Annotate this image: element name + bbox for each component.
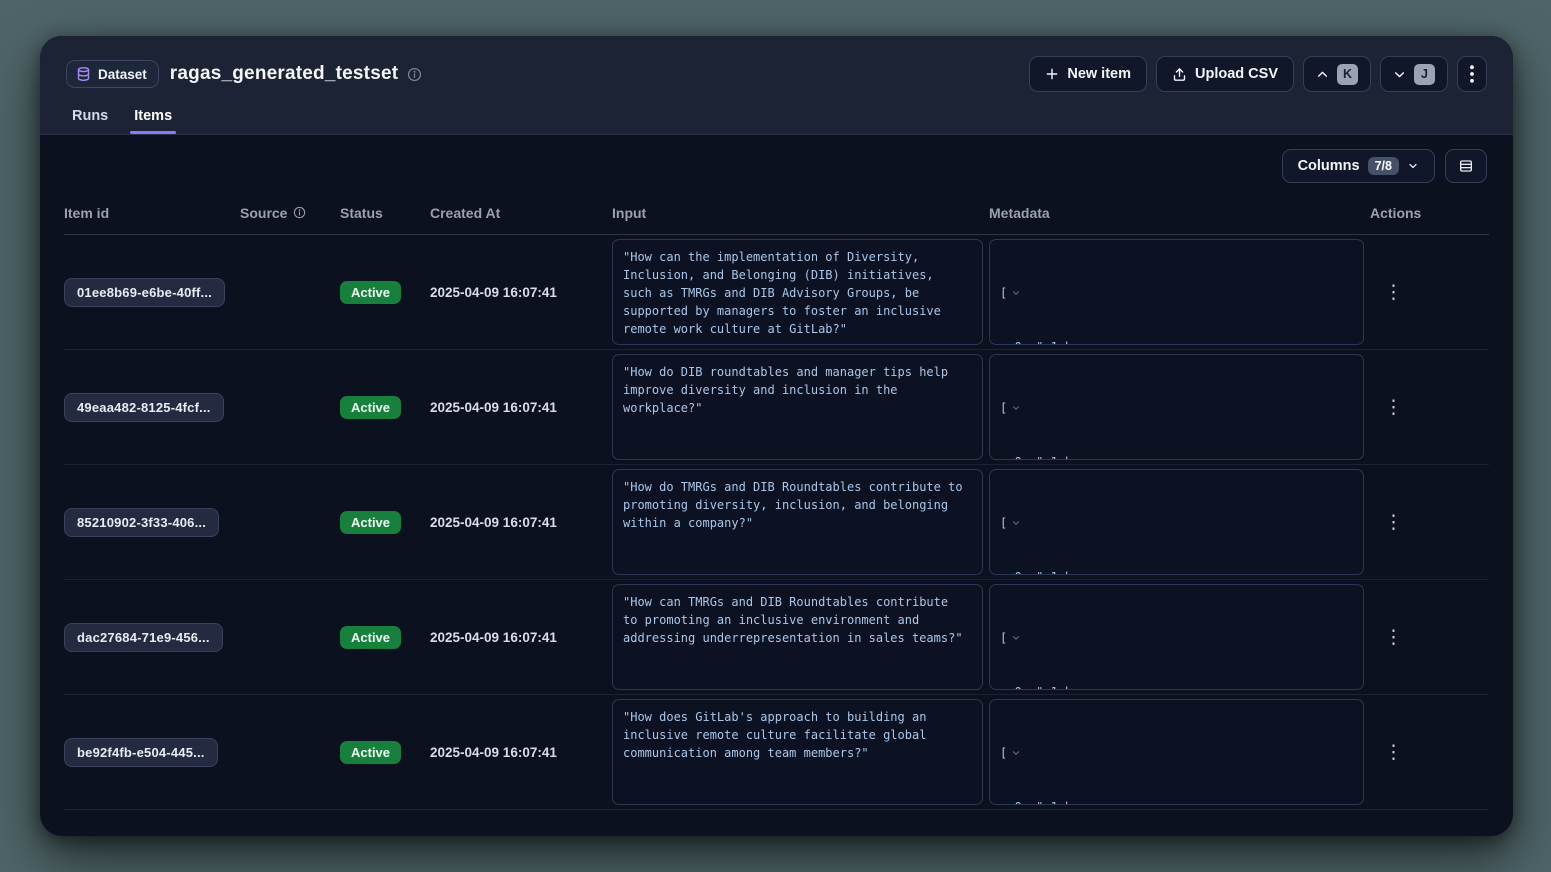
metadata-open-bracket: [	[1000, 284, 1007, 302]
row-actions-button[interactable]: ⋮	[1374, 277, 1414, 308]
title-info-icon[interactable]	[407, 67, 422, 82]
row-actions-button[interactable]: ⋮	[1374, 507, 1414, 538]
created-at-value: 2025-04-09 16:07:41	[430, 285, 612, 300]
page-header: Dataset ragas_generated_testset New item	[40, 36, 1513, 135]
item-id-badge[interactable]: 01ee8b69-e6be-40ff...	[64, 278, 225, 307]
previous-item-button[interactable]: K	[1303, 56, 1371, 92]
metadata-open-bracket: [	[1000, 629, 1007, 647]
new-item-button[interactable]: New item	[1029, 56, 1147, 92]
input-cell[interactable]: "How do TMRGs and DIB Roundtables contri…	[612, 469, 983, 575]
collapse-chevron-icon[interactable]	[1011, 482, 1098, 564]
status-badge: Active	[340, 626, 401, 649]
metadata-open-bracket: [	[1000, 744, 1007, 762]
input-cell[interactable]: "How can TMRGs and DIB Roundtables contr…	[612, 584, 983, 690]
columns-label: Columns	[1298, 158, 1360, 174]
metadata-body: 0: "<1-hop> title: "Roundtables" descrip…	[1000, 683, 1353, 690]
table-body: 01ee8b69-e6be-40ff... Active 2025-04-09 …	[64, 235, 1489, 810]
dataset-badge-label: Dataset	[98, 67, 147, 82]
metadata-cell[interactable]: [ 0: "<1-hop> title: "Roundtables" descr…	[989, 354, 1364, 460]
metadata-cell[interactable]: [ 0: "<1-hop> title: "Building an Inclus…	[989, 469, 1364, 575]
metadata-cell[interactable]: [ 0: "<1-hop> title: "Roundtables" descr…	[989, 584, 1364, 690]
created-at-value: 2025-04-09 16:07:41	[430, 745, 612, 760]
items-table: Item id Source Status Created At Input M…	[40, 191, 1513, 810]
dataset-type-badge: Dataset	[66, 60, 159, 88]
metadata-body: 0: "<1-hop> title: "Building an Inclusiv…	[1000, 798, 1353, 805]
collapse-chevron-icon[interactable]	[1011, 252, 1098, 334]
columns-dropdown-button[interactable]: Columns 7/8	[1282, 149, 1435, 183]
keyboard-shortcut-k: K	[1337, 64, 1358, 85]
tab-bar: Runs Items	[66, 108, 1487, 134]
item-id-badge[interactable]: 85210902-3f33-406...	[64, 508, 219, 537]
collapse-chevron-icon[interactable]	[1011, 367, 1098, 449]
table-row: be92f4fb-e504-445... Active 2025-04-09 1…	[64, 695, 1489, 810]
source-info-icon[interactable]	[293, 206, 306, 219]
status-badge: Active	[340, 396, 401, 419]
table-row: 85210902-3f33-406... Active 2025-04-09 1…	[64, 465, 1489, 580]
column-header-created-at: Created At	[430, 205, 612, 221]
column-header-source: Source	[240, 205, 340, 221]
created-at-value: 2025-04-09 16:07:41	[430, 515, 612, 530]
kebab-menu-icon	[1470, 65, 1474, 83]
item-id-badge[interactable]: be92f4fb-e504-445...	[64, 738, 218, 767]
new-item-label: New item	[1067, 66, 1131, 82]
table-rows-icon	[1458, 158, 1474, 174]
input-cell[interactable]: "How do DIB roundtables and manager tips…	[612, 354, 983, 460]
metadata-open-bracket: [	[1000, 514, 1007, 532]
table-header-row: Item id Source Status Created At Input M…	[64, 191, 1489, 235]
columns-count-badge: 7/8	[1368, 157, 1399, 175]
metadata-open-bracket: [	[1000, 399, 1007, 417]
tab-items[interactable]: Items	[134, 108, 172, 134]
metadata-cell[interactable]: [ 0: "<1-hop> title: "Building an Inclus…	[989, 239, 1364, 345]
metadata-cell[interactable]: [ 0: "<1-hop> title: "Building an Inclus…	[989, 699, 1364, 805]
table-row: dac27684-71e9-456... Active 2025-04-09 1…	[64, 580, 1489, 695]
upload-icon	[1172, 67, 1187, 82]
tab-runs[interactable]: Runs	[72, 108, 108, 134]
input-cell[interactable]: "How can the implementation of Diversity…	[612, 239, 983, 345]
keyboard-shortcut-j: J	[1414, 64, 1435, 85]
table-row: 01ee8b69-e6be-40ff... Active 2025-04-09 …	[64, 235, 1489, 350]
upload-csv-button[interactable]: Upload CSV	[1156, 56, 1294, 92]
chevron-down-icon	[1407, 160, 1419, 172]
row-actions-button[interactable]: ⋮	[1374, 622, 1414, 653]
metadata-body: 0: "<1-hop> title: "Building an Inclusiv…	[1000, 338, 1353, 345]
status-badge: Active	[340, 281, 401, 304]
row-actions-button[interactable]: ⋮	[1374, 392, 1414, 423]
created-at-value: 2025-04-09 16:07:41	[430, 400, 612, 415]
row-actions-button[interactable]: ⋮	[1374, 737, 1414, 768]
upload-csv-label: Upload CSV	[1195, 66, 1278, 82]
column-header-item-id: Item id	[64, 205, 240, 221]
metadata-body: 0: "<1-hop> title: "Building an Inclusiv…	[1000, 568, 1353, 575]
input-cell[interactable]: "How does GitLab's approach to building …	[612, 699, 983, 805]
item-id-badge[interactable]: dac27684-71e9-456...	[64, 623, 223, 652]
database-icon	[76, 66, 91, 82]
column-header-metadata: Metadata	[989, 205, 1370, 221]
item-id-badge[interactable]: 49eaa482-8125-4fcf...	[64, 393, 224, 422]
table-row: 49eaa482-8125-4fcf... Active 2025-04-09 …	[64, 350, 1489, 465]
next-item-button[interactable]: J	[1380, 56, 1448, 92]
metadata-body: 0: "<1-hop> title: "Roundtables" descrip…	[1000, 453, 1353, 460]
column-header-status: Status	[340, 205, 430, 221]
more-options-button[interactable]	[1457, 56, 1487, 92]
column-header-actions: Actions	[1370, 205, 1489, 221]
created-at-value: 2025-04-09 16:07:41	[430, 630, 612, 645]
table-toolbar: Columns 7/8	[40, 135, 1513, 183]
chevron-up-icon	[1316, 68, 1329, 81]
chevron-down-icon	[1393, 68, 1406, 81]
row-height-button[interactable]	[1445, 149, 1487, 183]
page-title: ragas_generated_testset	[170, 63, 399, 85]
collapse-chevron-icon[interactable]	[1011, 712, 1098, 794]
plus-icon	[1045, 67, 1059, 81]
status-badge: Active	[340, 511, 401, 534]
status-badge: Active	[340, 741, 401, 764]
collapse-chevron-icon[interactable]	[1011, 597, 1098, 679]
column-header-input: Input	[612, 205, 989, 221]
dataset-window: Dataset ragas_generated_testset New item	[40, 36, 1513, 836]
